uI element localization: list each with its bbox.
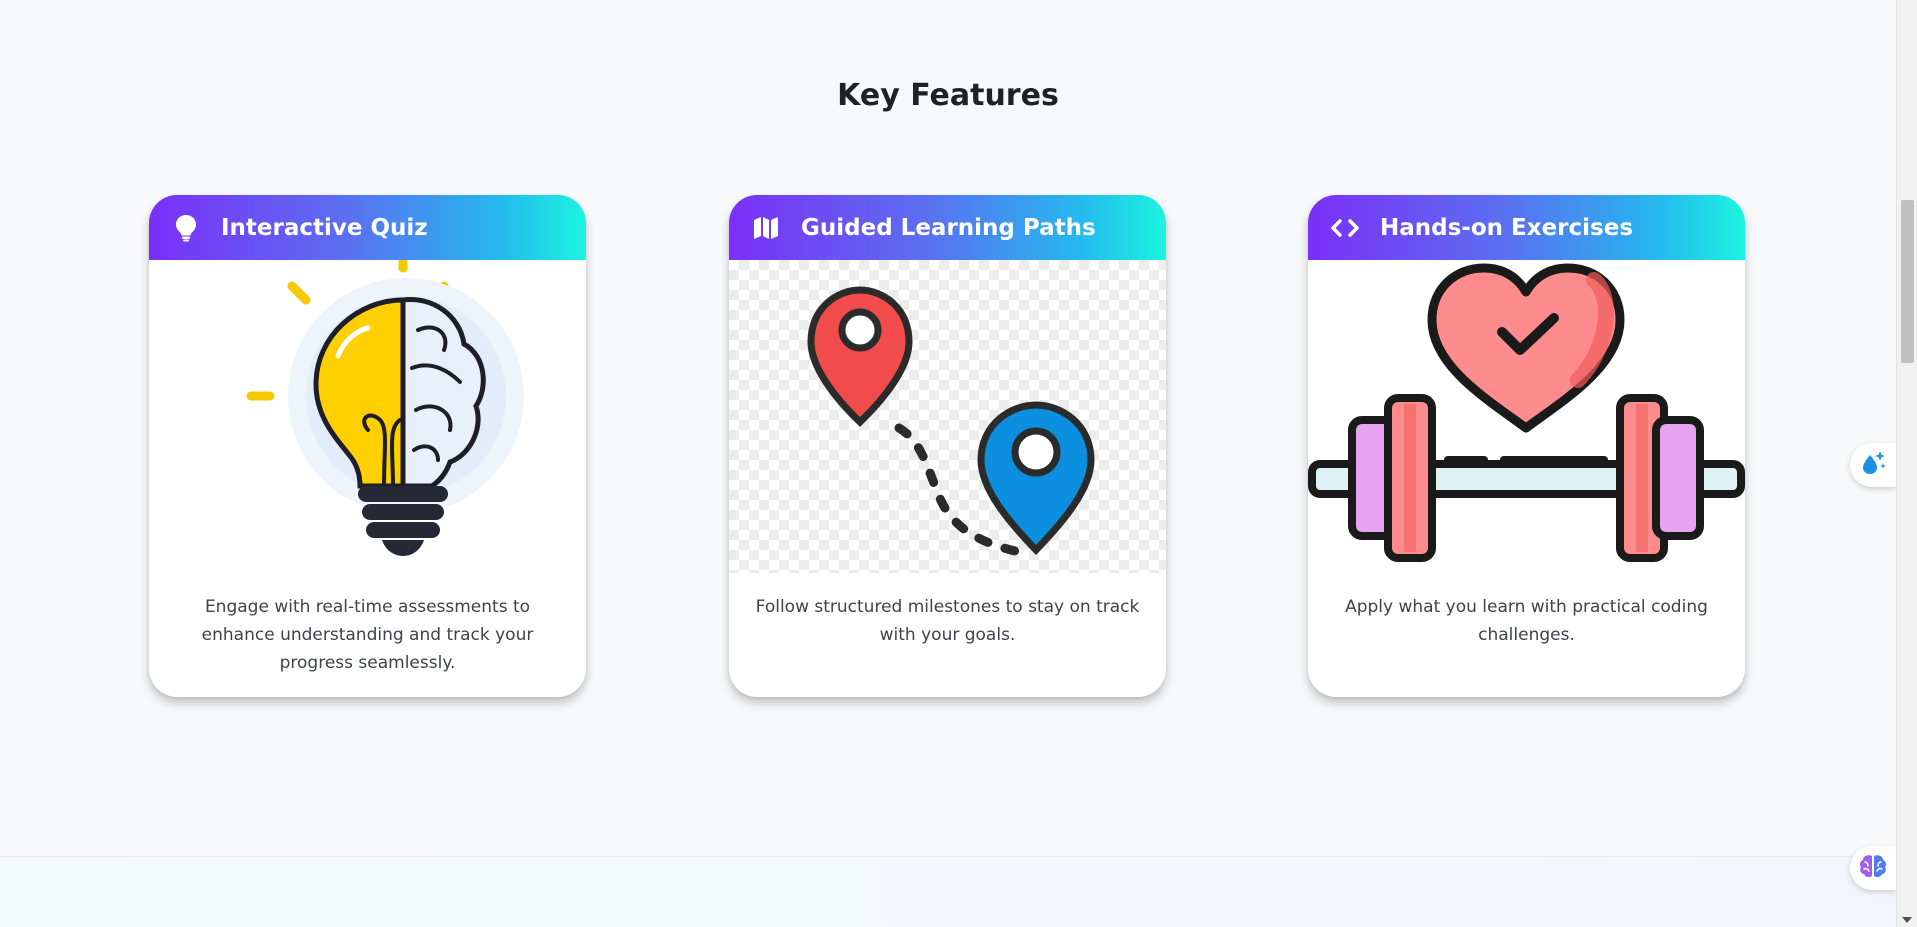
card-description: Engage with real-time assessments to enh… [201, 597, 534, 673]
map-icon [751, 213, 781, 243]
card-header: Guided Learning Paths [729, 195, 1166, 260]
card-header: Hands-on Exercises [1308, 195, 1745, 260]
card-title: Guided Learning Paths [801, 214, 1096, 241]
heart-dumbbell-illustration [1308, 260, 1745, 573]
card-description: Apply what you learn with practical codi… [1345, 597, 1708, 645]
feature-card-guided-learning-paths[interactable]: Guided Learning Paths Follow structured … [729, 195, 1166, 697]
water-sparkle-icon [1859, 449, 1887, 481]
brain-assistant-button[interactable] [1850, 846, 1896, 890]
map-pins-path-illustration [729, 260, 1166, 573]
brain-icon [1859, 853, 1887, 883]
next-section-preview [0, 856, 1896, 927]
scroll-down-arrow-icon[interactable] [1902, 917, 1912, 923]
card-title: Interactive Quiz [221, 214, 428, 241]
page: Key Features Interactive Quiz Engage wit… [0, 0, 1917, 927]
card-header: Interactive Quiz [149, 195, 586, 260]
lightbulb-icon [171, 213, 201, 243]
card-description: Follow structured milestones to stay on … [755, 597, 1140, 645]
feature-card-hands-on-exercises[interactable]: Hands-on Exercises Apply what you learn … [1308, 195, 1745, 697]
code-icon [1330, 213, 1360, 243]
lightbulb-brain-illustration [149, 260, 586, 573]
scrollbar[interactable] [1896, 0, 1917, 927]
section-title: Key Features [837, 78, 1059, 113]
feature-card-interactive-quiz[interactable]: Interactive Quiz Engage with real-time a… [149, 195, 586, 697]
water-sparkle-button[interactable] [1850, 443, 1896, 487]
card-title: Hands-on Exercises [1380, 214, 1634, 241]
scrollbar-thumb[interactable] [1901, 200, 1914, 363]
